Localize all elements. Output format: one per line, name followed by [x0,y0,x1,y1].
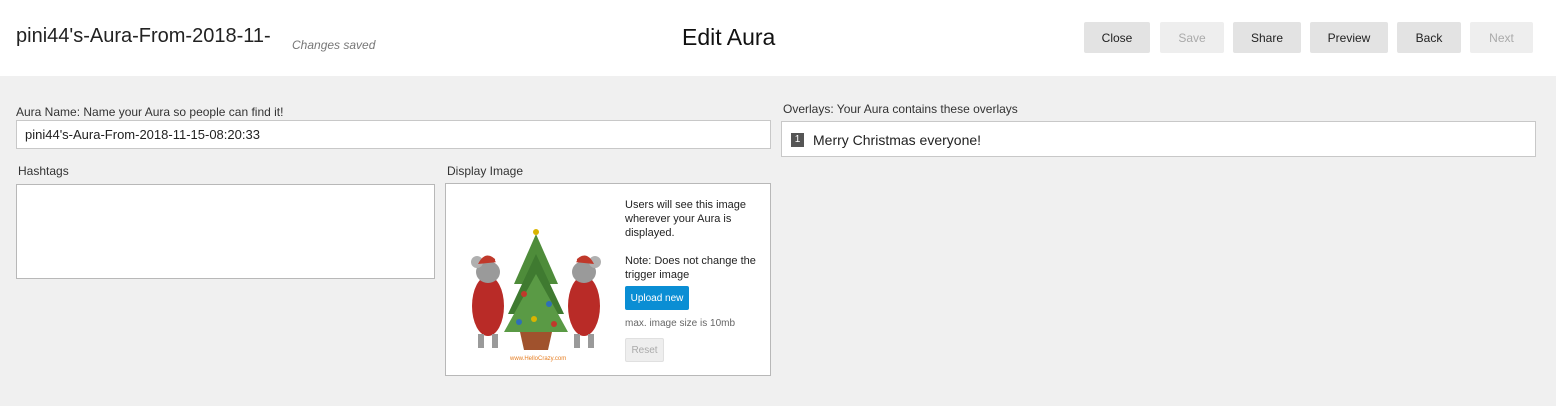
overlay-list: 1 Merry Christmas everyone! [781,121,1536,157]
overlay-item[interactable]: 1 Merry Christmas everyone! [791,132,981,148]
share-button[interactable]: Share [1233,22,1301,53]
next-button[interactable]: Next [1470,22,1533,53]
overlay-index-badge: 1 [791,133,804,147]
back-button[interactable]: Back [1397,22,1461,53]
hashtags-input[interactable] [16,184,435,279]
aura-title: pini44's-Aura-From-2018-11- [16,25,271,47]
hashtags-label: Hashtags [18,164,69,178]
trigger-image-note: Note: Does not change the trigger image [625,255,756,281]
display-image-label: Display Image [447,164,524,178]
christmas-mice-tree-image: www.HelloCrazy.com [471,229,601,362]
top-bar: pini44's-Aura-From-2018-11- Changes save… [0,0,1556,76]
save-status: Changes saved [292,38,376,52]
reset-button[interactable]: Reset [625,338,664,362]
display-image-panel: www.HelloCrazy.com Users will see this i… [445,183,771,376]
aura-name-input[interactable] [16,120,771,149]
display-image-note: Users will see this image wherever your … [625,199,747,239]
aura-name-label: Aura Name: Name your Aura so people can … [16,105,284,119]
preview-button[interactable]: Preview [1310,22,1388,53]
page-title: Edit Aura [682,24,776,50]
close-button[interactable]: Close [1084,22,1150,53]
svg-text:www.HelloCrazy.com: www.HelloCrazy.com [509,356,566,362]
upload-new-button[interactable]: Upload new [625,286,689,310]
max-image-size-note: max. image size is 10mb [625,318,736,329]
display-image-notes: Users will see this image wherever your … [625,198,760,282]
overlay-label: Merry Christmas everyone! [813,132,982,148]
overlays-label: Overlays: Your Aura contains these overl… [783,102,1018,116]
save-button[interactable]: Save [1160,22,1224,53]
